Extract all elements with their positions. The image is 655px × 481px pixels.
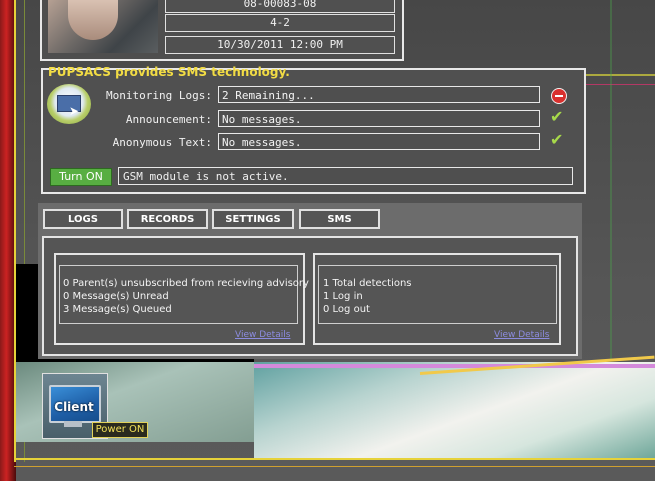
tab-records[interactable]: RECORDS [127, 209, 208, 229]
announcement-field: No messages. [218, 110, 540, 127]
sms-envelope-icon: ➤ [47, 84, 91, 124]
summary-line: 1 Log in [323, 291, 363, 302]
tab-sms[interactable]: SMS [299, 209, 380, 229]
anonymous-text-field: No messages. [218, 133, 540, 150]
summary-line: 1 Total detections [323, 278, 412, 289]
anonymous-text-label: Anonymous Text: [112, 136, 212, 149]
profile-card: 08-00083-08 4-2 10/30/2011 12:00 PM [40, 0, 404, 61]
background-frame-bottom [14, 458, 655, 467]
sms-panel-title: PUPSACS provides SMS technology. [48, 65, 290, 79]
turn-on-button[interactable]: Turn ON [50, 168, 112, 186]
gsm-status-field: GSM module is not active. [118, 167, 573, 185]
error-status-icon [551, 88, 567, 104]
tab-settings[interactable]: SETTINGS [212, 209, 294, 229]
client-label: Client [54, 400, 94, 414]
announcement-label: Announcement: [125, 113, 212, 126]
monitoring-logs-field: 2 Remaining... [218, 86, 540, 103]
tab-logs[interactable]: LOGS [43, 209, 123, 229]
summary-line: 0 Message(s) Unread [63, 291, 169, 302]
summary-line: 3 Message(s) Queued [63, 304, 172, 315]
power-status-tooltip: Power ON [92, 422, 148, 438]
background-neon-line [254, 364, 655, 368]
avatar [48, 0, 158, 53]
summary-line: 0 Log out [323, 304, 370, 315]
background-wallpaper [254, 362, 655, 458]
avatar-face [68, 0, 118, 40]
view-details-link[interactable]: View Details [235, 330, 290, 340]
profile-section-field: 4-2 [165, 14, 395, 32]
monitoring-logs-label: Monitoring Logs: [106, 89, 212, 102]
profile-id-field: 08-00083-08 [165, 0, 395, 13]
monitor-stand-icon [64, 421, 82, 427]
cursor-icon: ➤ [69, 104, 80, 118]
summary-line: 0 Parent(s) unsubscribed from recieving … [63, 278, 309, 289]
check-icon: ✔ [550, 130, 564, 149]
check-icon: ✔ [550, 107, 564, 126]
view-details-link[interactable]: View Details [494, 330, 549, 340]
profile-datetime-field: 10/30/2011 12:00 PM [165, 36, 395, 54]
background-neon-line [610, 0, 612, 360]
